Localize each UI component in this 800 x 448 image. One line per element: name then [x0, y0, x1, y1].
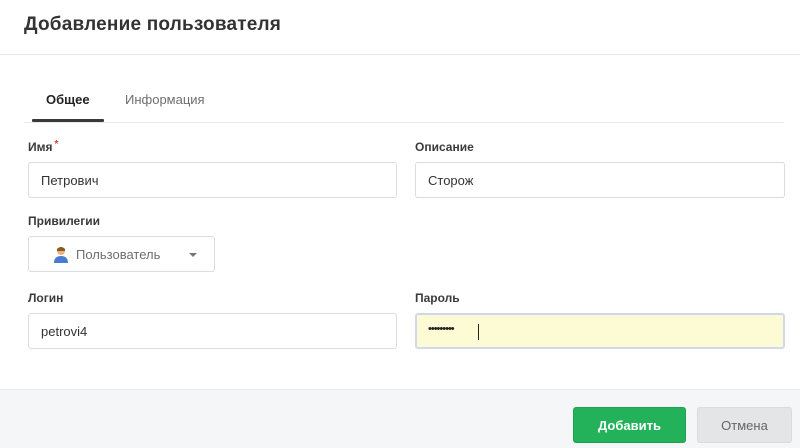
tab-bar: Общее Информация: [24, 90, 784, 123]
privileges-select[interactable]: Пользователь: [28, 236, 215, 272]
password-label: Пароль: [415, 291, 460, 305]
privileges-label: Привилегии: [28, 214, 100, 228]
text-cursor: [478, 324, 479, 340]
dialog-footer: Добавить Отмена: [0, 389, 800, 448]
tab-information[interactable]: Информация: [121, 90, 209, 120]
name-label-text: Имя: [28, 140, 53, 154]
required-mark: *: [54, 139, 59, 150]
name-input[interactable]: [28, 162, 397, 198]
description-input[interactable]: [415, 162, 785, 198]
add-button[interactable]: Добавить: [573, 407, 686, 443]
password-masked-value: •••••••••: [428, 323, 455, 335]
description-label: Описание: [415, 140, 474, 154]
dialog-header: Добавление пользователя: [0, 0, 800, 55]
password-input[interactable]: •••••••••: [415, 313, 785, 349]
dialog-title: Добавление пользователя: [24, 14, 282, 35]
chevron-down-icon: [189, 253, 197, 257]
name-label: Имя *: [28, 139, 59, 154]
login-input[interactable]: [28, 313, 397, 349]
cancel-button[interactable]: Отмена: [697, 407, 792, 443]
privileges-selected-value: Пользователь: [76, 247, 161, 262]
add-user-dialog: Добавление пользователя Общее Информация…: [0, 0, 800, 448]
login-label: Логин: [28, 291, 64, 305]
tab-general[interactable]: Общее: [32, 90, 104, 122]
user-icon: [54, 247, 68, 263]
